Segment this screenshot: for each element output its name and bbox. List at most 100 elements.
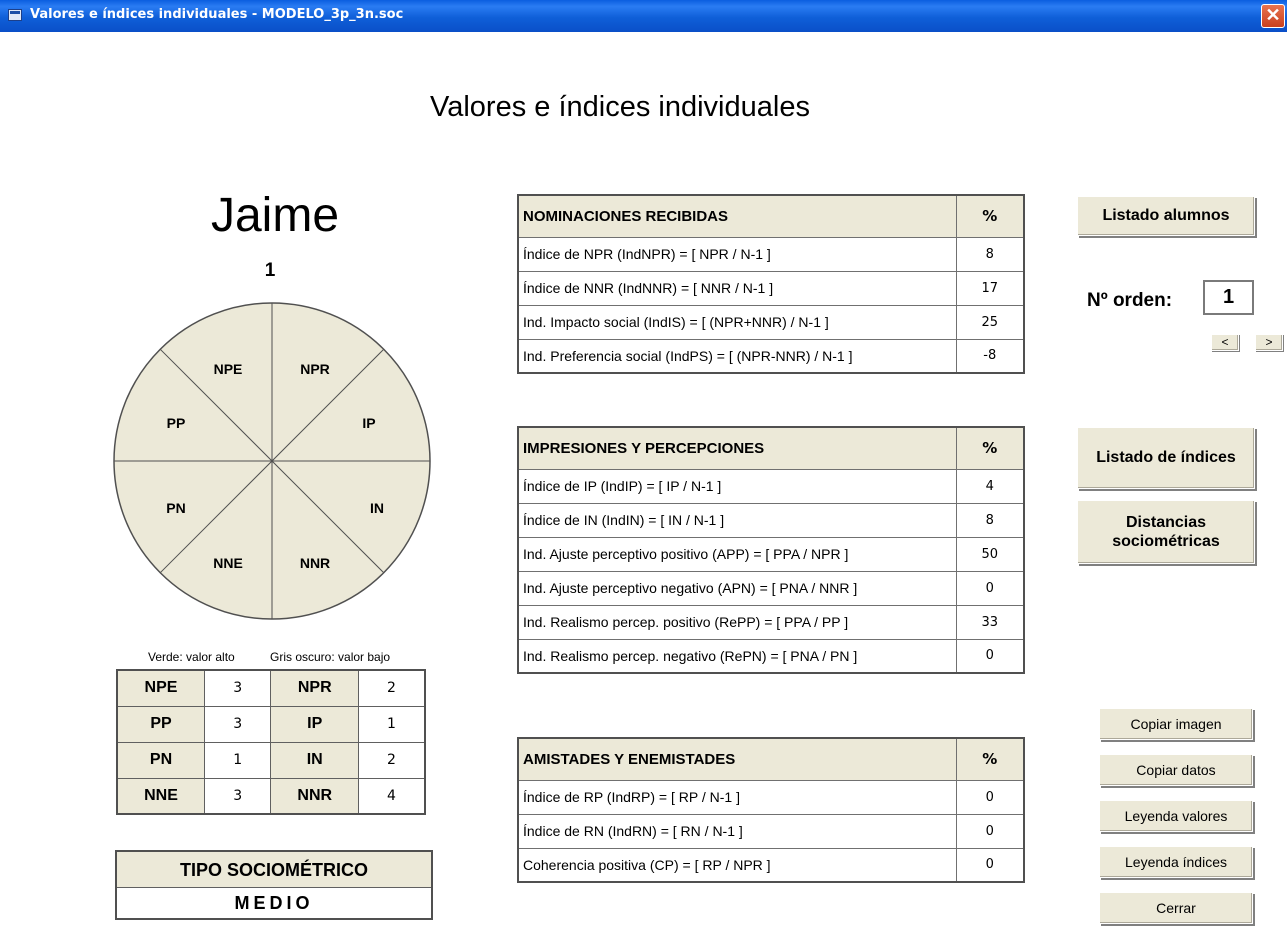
- value-label: NNR: [270, 777, 359, 815]
- value-label: NPR: [270, 669, 359, 707]
- table-header: NOMINACIONES RECIBIDAS %: [517, 194, 1025, 238]
- index-label: Índice de NPR (IndNPR) = [ NPR / N-1 ]: [517, 236, 957, 272]
- index-label: Ind. Ajuste perceptivo negativo (APN) = …: [517, 570, 957, 606]
- value-label: NNE: [116, 777, 206, 815]
- student-number: 1: [264, 260, 276, 281]
- table-title: AMISTADES Y ENEMISTADES: [517, 737, 957, 781]
- wheel-label-npe: NPE: [214, 361, 243, 377]
- leyenda-valores-button[interactable]: Leyenda valores: [1099, 800, 1253, 832]
- impresiones-table: IMPRESIONES Y PERCEPCIONES % Índice de I…: [517, 426, 1025, 674]
- table-row: Índice de IN (IndIN) = [ IN / N-1 ] 8: [517, 502, 1025, 538]
- window-title: Valores e índices individuales - MODELO_…: [30, 7, 404, 22]
- value-label: PN: [116, 741, 206, 779]
- sociometric-type-box: TIPO SOCIOMÉTRICO MEDIO: [115, 850, 433, 920]
- legend-high: Verde: valor alto: [148, 650, 235, 664]
- table-row: Índice de RN (IndRN) = [ RN / N-1 ] 0: [517, 813, 1025, 849]
- value-label: IN: [270, 741, 359, 779]
- cerrar-button[interactable]: Cerrar: [1099, 892, 1253, 924]
- table-row: Ind. Realismo percep. positivo (RePP) = …: [517, 604, 1025, 640]
- wheel-label-pn: PN: [166, 500, 185, 516]
- index-label: Índice de RN (IndRN) = [ RN / N-1 ]: [517, 813, 957, 849]
- value-cell: 1: [358, 705, 426, 743]
- sociometric-type-label: TIPO SOCIOMÉTRICO: [117, 852, 431, 888]
- index-value: 8: [955, 236, 1025, 272]
- table-header: AMISTADES Y ENEMISTADES %: [517, 737, 1025, 781]
- index-label: Ind. Ajuste perceptivo positivo (APP) = …: [517, 536, 957, 572]
- index-label: Índice de RP (IndRP) = [ RP / N-1 ]: [517, 779, 957, 815]
- value-cell: 3: [204, 705, 272, 743]
- index-value: 0: [955, 570, 1025, 606]
- table-row: Índice de NPR (IndNPR) = [ NPR / N-1 ] 8: [517, 236, 1025, 272]
- copiar-imagen-button[interactable]: Copiar imagen: [1099, 708, 1253, 740]
- index-value: 0: [955, 779, 1025, 815]
- table-row: Ind. Ajuste perceptivo negativo (APN) = …: [517, 570, 1025, 606]
- next-button[interactable]: >: [1255, 334, 1283, 351]
- value-cell: 1: [204, 741, 272, 779]
- index-label: Ind. Impacto social (IndIS) = [ (NPR+NNR…: [517, 304, 957, 340]
- prev-button[interactable]: <: [1211, 334, 1239, 351]
- index-value: 8: [955, 502, 1025, 538]
- table-row: Índice de NNR (IndNNR) = [ NNR / N-1 ] 1…: [517, 270, 1025, 306]
- value-label: PP: [116, 705, 206, 743]
- distancias-label-line1: Distancias: [1125, 514, 1207, 531]
- table-row: Coherencia positiva (CP) = [ RP / NPR ] …: [517, 847, 1025, 883]
- index-value: 4: [955, 468, 1025, 504]
- index-value: 0: [955, 638, 1025, 674]
- index-label: Índice de IN (IndIN) = [ IN / N-1 ]: [517, 502, 957, 538]
- leyenda-indices-button[interactable]: Leyenda índices: [1099, 846, 1253, 878]
- page-title: Valores e índices individuales: [430, 91, 810, 123]
- value-cell: 2: [358, 741, 426, 779]
- index-value: 33: [955, 604, 1025, 640]
- index-label: Coherencia positiva (CP) = [ RP / NPR ]: [517, 847, 957, 883]
- percent-header: %: [955, 194, 1025, 238]
- table-row: Ind. Realismo percep. negativo (RePN) = …: [517, 638, 1025, 674]
- listado-alumnos-button[interactable]: Listado alumnos: [1077, 196, 1255, 236]
- percent-header: %: [955, 426, 1025, 470]
- wheel-label-nne: NNE: [213, 555, 243, 571]
- value-cell: 3: [204, 777, 272, 815]
- distancias-button[interactable]: Distancias sociométricas: [1077, 500, 1255, 564]
- orden-input[interactable]: 1: [1203, 280, 1254, 315]
- table-row: NNE 3 NNR 4: [116, 777, 426, 815]
- index-value: -8: [955, 338, 1025, 374]
- close-button[interactable]: ✕: [1261, 4, 1285, 28]
- legend-low: Gris oscuro: valor bajo: [270, 650, 391, 664]
- value-label: NPE: [116, 669, 206, 707]
- wheel-label-nnr: NNR: [300, 555, 330, 571]
- table-row: Índice de IP (IndIP) = [ IP / N-1 ] 4: [517, 468, 1025, 504]
- sociometric-wheel: NPE NPR PP IP PN IN NNE NNR: [113, 302, 431, 620]
- table-header: IMPRESIONES Y PERCEPCIONES %: [517, 426, 1025, 470]
- table-row: PP 3 IP 1: [116, 705, 426, 743]
- index-label: Ind. Preferencia social (IndPS) = [ (NPR…: [517, 338, 957, 374]
- table-row: PN 1 IN 2: [116, 741, 426, 779]
- index-label: Ind. Realismo percep. positivo (RePP) = …: [517, 604, 957, 640]
- sociometric-type-value: MEDIO: [117, 888, 431, 918]
- table-row: Ind. Ajuste perceptivo positivo (APP) = …: [517, 536, 1025, 572]
- amistades-table: AMISTADES Y ENEMISTADES % Índice de RP (…: [517, 737, 1025, 883]
- index-value: 50: [955, 536, 1025, 572]
- orden-label: Nº orden:: [1087, 290, 1173, 311]
- table-row: NPE 3 NPR 2: [116, 669, 426, 707]
- table-row: Ind. Impacto social (IndIS) = [ (NPR+NNR…: [517, 304, 1025, 340]
- index-value: 0: [955, 847, 1025, 883]
- distancias-label-line2: sociométricas: [1112, 533, 1220, 550]
- percent-header: %: [955, 737, 1025, 781]
- wheel-label-pp: PP: [167, 415, 186, 431]
- index-value: 25: [955, 304, 1025, 340]
- listado-indices-button[interactable]: Listado de índices: [1077, 427, 1255, 489]
- table-title: IMPRESIONES Y PERCEPCIONES: [517, 426, 957, 470]
- value-cell: 2: [358, 669, 426, 707]
- index-value: 0: [955, 813, 1025, 849]
- copiar-datos-button[interactable]: Copiar datos: [1099, 754, 1253, 786]
- table-row: Ind. Preferencia social (IndPS) = [ (NPR…: [517, 338, 1025, 374]
- nominaciones-table: NOMINACIONES RECIBIDAS % Índice de NPR (…: [517, 194, 1025, 374]
- value-label: IP: [270, 705, 359, 743]
- app-icon: [8, 9, 22, 21]
- index-label: Índice de IP (IndIP) = [ IP / N-1 ]: [517, 468, 957, 504]
- values-table: NPE 3 NPR 2 PP 3 IP 1 PN 1 IN 2 NNE 3 NN…: [116, 669, 426, 815]
- table-title: NOMINACIONES RECIBIDAS: [517, 194, 957, 238]
- student-name: Jaime: [210, 189, 340, 242]
- wheel-label-npr: NPR: [300, 361, 330, 377]
- value-cell: 3: [204, 669, 272, 707]
- index-value: 17: [955, 270, 1025, 306]
